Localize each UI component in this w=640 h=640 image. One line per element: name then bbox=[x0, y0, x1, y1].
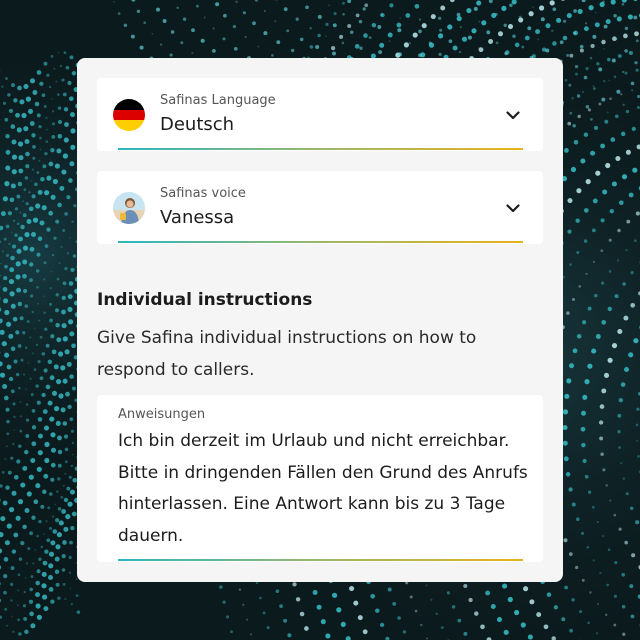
flag-stripe-black bbox=[113, 99, 145, 110]
instructions-field-label: Anweisungen bbox=[118, 407, 206, 422]
language-label: Safinas Language bbox=[160, 93, 276, 108]
settings-card: Safinas Language Deutsch Safinas voice V… bbox=[77, 58, 563, 582]
instructions-field-value[interactable]: Ich bin derzeit im Urlaub und nicht erre… bbox=[118, 426, 528, 552]
voice-underline bbox=[118, 241, 523, 243]
language-select[interactable]: Safinas Language Deutsch bbox=[97, 78, 543, 151]
instructions-description: Give Safina individual instructions on h… bbox=[97, 328, 477, 380]
flag-stripe-gold bbox=[113, 120, 145, 131]
language-value: Deutsch bbox=[160, 114, 235, 135]
voice-label: Safinas voice bbox=[160, 186, 246, 201]
avatar bbox=[113, 192, 145, 224]
voice-value: Vanessa bbox=[160, 207, 235, 228]
flag-stripe-red bbox=[113, 109, 145, 121]
instructions-underline bbox=[118, 559, 523, 561]
instructions-textarea[interactable]: Anweisungen Ich bin derzeit im Urlaub un… bbox=[97, 395, 543, 562]
chevron-down-icon[interactable] bbox=[505, 107, 521, 123]
voice-select[interactable]: Safinas voice Vanessa bbox=[97, 171, 543, 244]
instructions-title: Individual instructions bbox=[97, 290, 313, 310]
language-underline bbox=[118, 148, 523, 150]
germany-flag-icon bbox=[113, 99, 145, 131]
chevron-down-icon[interactable] bbox=[505, 200, 521, 216]
